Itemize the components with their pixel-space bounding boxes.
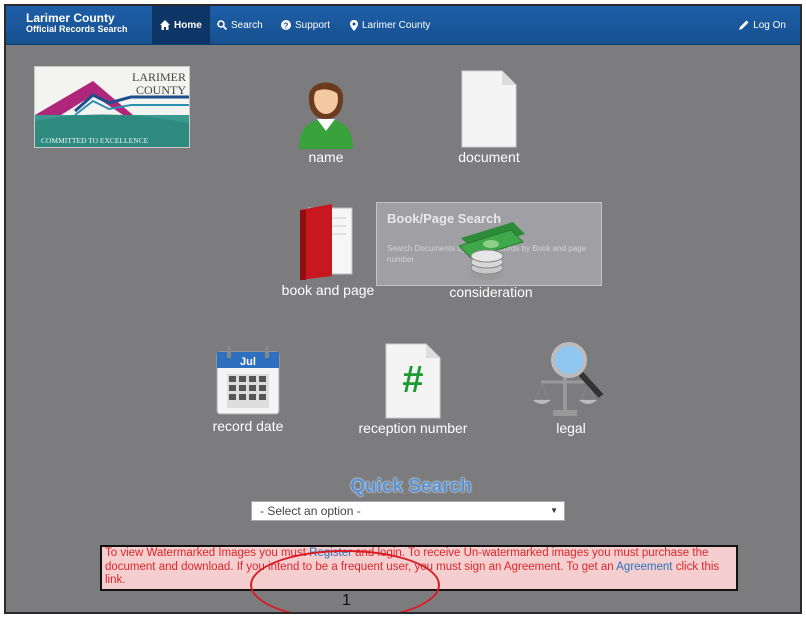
search-by-reception-number[interactable]: # reception number [348, 342, 478, 436]
brand[interactable]: Larimer County Official Records Search [26, 11, 128, 35]
nav-home[interactable]: Home [152, 6, 210, 44]
nav-larimer-county[interactable]: Larimer County [350, 6, 430, 44]
svg-text:#: # [402, 359, 423, 401]
person-icon [291, 69, 361, 149]
home-icon [160, 20, 170, 30]
calendar-icon: Jul [213, 342, 283, 418]
app-window: Larimer County Official Records Search H… [4, 4, 802, 614]
name-label: name [308, 149, 344, 165]
pencil-icon [739, 20, 749, 30]
money-icon [451, 214, 531, 284]
nav-home-label: Home [174, 19, 202, 31]
scales-magnifier-icon [531, 338, 611, 420]
quick-search-title: Quick Search [350, 476, 472, 497]
logo-line2: COUNTY [136, 83, 186, 97]
nav-larimer-label: Larimer County [362, 19, 431, 31]
brand-subtitle: Official Records Search [26, 24, 128, 34]
map-marker-icon [350, 19, 358, 31]
search-by-consideration[interactable]: consideration [436, 214, 546, 300]
quick-search-select[interactable]: - Select an option - ▼ [251, 501, 565, 521]
nav-search[interactable]: Search [217, 6, 263, 44]
consideration-label: consideration [449, 284, 533, 300]
search-by-book-and-page[interactable]: book and page [268, 202, 388, 298]
annotation-number: 1 [342, 592, 351, 609]
record-date-label: record date [212, 418, 284, 434]
book-and-page-label: book and page [281, 282, 375, 298]
svg-text:?: ? [284, 21, 289, 30]
logo-line1: LARIMER [132, 70, 186, 84]
nav-search-label: Search [231, 19, 263, 31]
logo-tagline: COMMITTED TO EXCELLENCE [41, 136, 149, 145]
agreement-link[interactable]: Agreement [616, 561, 672, 573]
county-logo: LARIMER COUNTY COMMITTED TO EXCELLENCE [34, 66, 190, 148]
search-by-legal[interactable]: legal [526, 338, 616, 436]
search-by-name[interactable]: name [276, 69, 376, 165]
search-by-record-date[interactable]: Jul record date [200, 342, 296, 434]
calendar-month: Jul [240, 356, 256, 368]
select-value: - Select an option - [260, 504, 361, 518]
legal-label: legal [556, 420, 586, 436]
navbar: Larimer County Official Records Search H… [6, 6, 800, 45]
document-icon [458, 69, 520, 149]
dropdown-arrow-icon: ▼ [550, 506, 558, 515]
hash-document-icon: # [382, 342, 444, 420]
search-icon [217, 20, 227, 30]
notice-text-1: To view Watermarked Images you must [105, 547, 310, 559]
reception-number-label: reception number [358, 420, 468, 436]
nav-support[interactable]: ? Support [281, 6, 330, 44]
document-label: document [458, 149, 520, 165]
brand-title: Larimer County [26, 11, 115, 25]
nav-support-label: Support [295, 19, 331, 31]
question-icon: ? [281, 20, 291, 30]
search-by-document[interactable]: document [444, 69, 534, 165]
red-book-icon [298, 202, 358, 282]
login-label: Log On [753, 19, 786, 31]
login-link[interactable]: Log On [739, 6, 786, 44]
